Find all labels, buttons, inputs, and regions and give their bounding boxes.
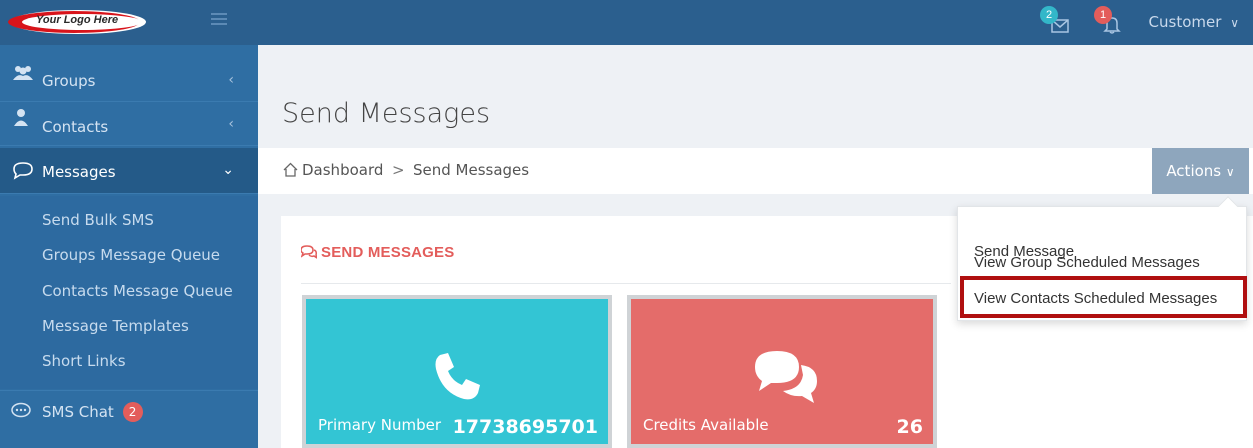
chat-bubble-icon xyxy=(13,162,33,180)
chat-dots-icon xyxy=(11,402,31,418)
messages-badge: 2 xyxy=(1040,6,1058,24)
card-label: Credits Available xyxy=(643,416,769,434)
user-menu[interactable]: Customer ∨ xyxy=(1149,13,1239,31)
submenu-contacts-message-queue[interactable]: Contacts Message Queue xyxy=(42,282,233,300)
submenu-message-templates[interactable]: Message Templates xyxy=(42,317,189,335)
sidebar-item-groups[interactable]: Groups ‹ xyxy=(0,58,258,102)
user-icon xyxy=(14,109,28,126)
users-icon xyxy=(13,66,33,80)
submenu-send-bulk-sms[interactable]: Send Bulk SMS xyxy=(42,211,154,229)
breadcrumb-current: Send Messages xyxy=(413,161,530,179)
sidebar-item-messages[interactable]: Messages ⌄ xyxy=(0,148,258,194)
chevron-left-icon: ‹ xyxy=(228,116,234,132)
primary-number-card: Primary Number 17738695701 xyxy=(302,295,612,448)
breadcrumb-separator: > xyxy=(392,161,405,179)
sidebar-toggle-icon[interactable] xyxy=(211,13,227,27)
sidebar-item-contacts[interactable]: Contacts ‹ xyxy=(0,102,258,146)
chevron-down-icon: ∨ xyxy=(1230,16,1239,30)
logo-text: Your Logo Here xyxy=(36,14,119,26)
submenu-short-links[interactable]: Short Links xyxy=(42,352,126,370)
chat-bubbles-icon xyxy=(755,351,817,403)
phone-icon xyxy=(435,353,480,400)
comments-icon xyxy=(301,245,317,259)
sidebar-item-label: SMS Chat xyxy=(42,403,114,421)
breadcrumb xyxy=(258,148,1253,194)
notifications-badge: 1 xyxy=(1094,6,1112,24)
breadcrumb-dashboard[interactable]: Dashboard xyxy=(302,161,383,179)
messages-menu[interactable]: 2 xyxy=(1040,6,1070,36)
chevron-left-icon: ‹ xyxy=(228,72,234,88)
card-label: Primary Number xyxy=(318,416,441,434)
panel-divider xyxy=(301,283,951,284)
page-title: Send Messages xyxy=(282,98,491,129)
sidebar-item-label: Contacts xyxy=(42,118,109,136)
sidebar-item-label: Messages xyxy=(42,163,116,181)
notifications-menu[interactable]: 1 xyxy=(1094,6,1124,36)
credits-available-card: Credits Available 26 xyxy=(627,295,937,448)
sidebar-item-label: Groups xyxy=(42,72,96,90)
card-value: 26 xyxy=(896,416,923,438)
menu-item-view-group-scheduled-messages[interactable]: View Group Scheduled Messages xyxy=(974,254,1200,271)
user-name: Customer xyxy=(1148,13,1222,31)
submenu-groups-message-queue[interactable]: Groups Message Queue xyxy=(42,246,220,264)
logo-area: Your Logo Here xyxy=(0,0,258,45)
actions-button[interactable]: Actions ∨ xyxy=(1152,148,1249,194)
panel-title: SEND MESSAGES xyxy=(321,244,455,261)
highlight-box xyxy=(960,276,1247,318)
sms-chat-badge: 2 xyxy=(122,402,143,422)
chevron-down-icon: ⌄ xyxy=(222,162,234,178)
actions-label: Actions xyxy=(1166,162,1222,180)
home-icon[interactable] xyxy=(282,161,299,178)
sidebar-item-sms-chat[interactable]: SMS Chat 2 xyxy=(0,390,258,434)
card-value: 17738695701 xyxy=(452,416,598,438)
chevron-down-icon: ∨ xyxy=(1225,165,1235,179)
